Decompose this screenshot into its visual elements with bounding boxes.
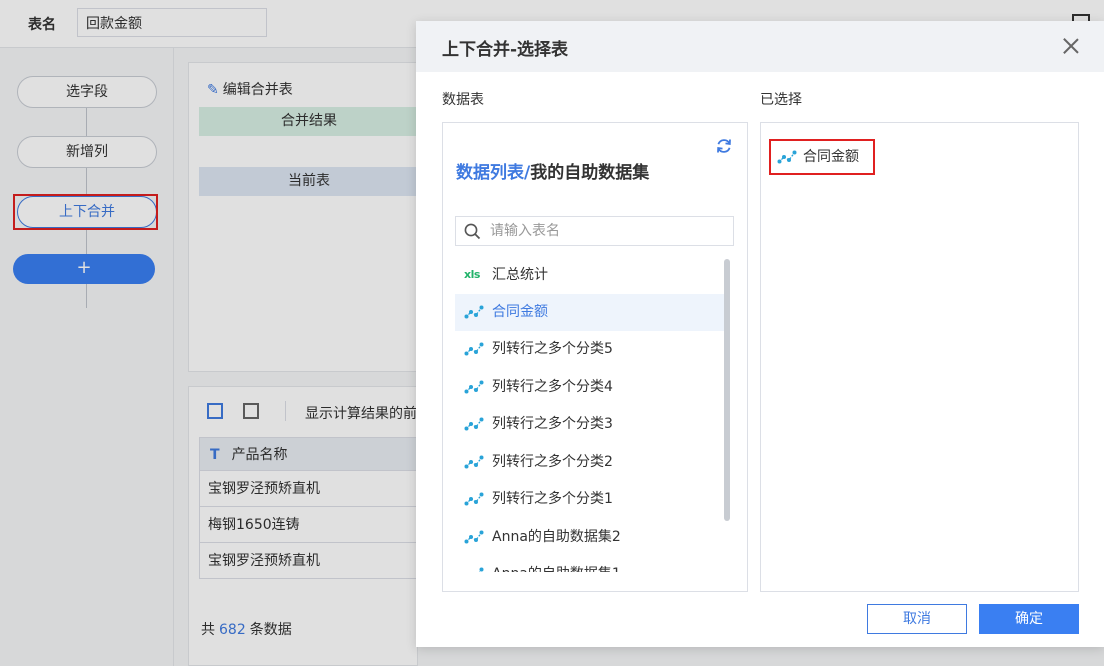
search-input[interactable]: [490, 221, 726, 241]
dataset-icon: [478, 567, 484, 572]
search-icon: [464, 223, 481, 240]
list-item[interactable]: 列转行之多个分类4: [455, 369, 725, 407]
select-table-dialog: 上下合并-选择表 数据表 已选择 数据列表/我的自助数据集 xls汇总统计合同金…: [416, 21, 1104, 647]
list-item-label: Anna的自助数据集1: [492, 566, 621, 572]
dataset-icon: [464, 417, 484, 431]
selected-item-label: 合同金额: [803, 149, 859, 165]
dataset-icon: [464, 342, 484, 356]
list-item[interactable]: xls 汇总统计: [455, 256, 725, 294]
search-box: [455, 216, 734, 246]
selected-item[interactable]: 合同金额: [769, 139, 875, 175]
dialog-title: 上下合并-选择表: [442, 40, 569, 60]
selected-list: 合同金额: [760, 122, 1079, 592]
dataset-icon: [464, 305, 484, 318]
list-item[interactable]: 列转行之多个分类1: [455, 481, 725, 519]
list-item-label: 汇总统计: [492, 266, 548, 283]
list-item[interactable]: 列转行之多个分类2: [455, 444, 725, 482]
cancel-button[interactable]: 取消: [867, 604, 967, 634]
dataset-icon: [777, 150, 797, 164]
dataset-icon: [464, 530, 484, 543]
breadcrumb-current: 我的自助数据集: [530, 163, 650, 183]
list-item[interactable]: 列转行之多个分类5: [455, 331, 725, 369]
dialog-header: 上下合并-选择表: [416, 21, 1104, 72]
list-item[interactable]: 合同金额: [455, 293, 725, 331]
breadcrumb: 数据列表/我的自助数据集: [456, 158, 649, 183]
xls-icon: xls: [464, 268, 480, 281]
list-item[interactable]: Anna的自助数据集1: [455, 556, 725, 572]
list-item-label: 列转行之多个分类4: [492, 378, 613, 395]
list-scrollbar[interactable]: [724, 259, 730, 521]
refresh-icon[interactable]: [715, 137, 733, 155]
close-icon[interactable]: [1062, 37, 1080, 55]
list-item-label: Anna的自助数据集2: [492, 528, 621, 545]
breadcrumb-root[interactable]: 数据列表: [456, 163, 524, 183]
list-item-label: 列转行之多个分类2: [492, 453, 613, 470]
list-item-label: 合同金额: [492, 303, 548, 320]
list-item-label: 列转行之多个分类1: [492, 491, 613, 507]
list-item-label: 列转行之多个分类3: [492, 416, 613, 432]
dataset-icon: [464, 380, 484, 393]
dataset-icon: [464, 492, 484, 506]
confirm-button[interactable]: 确定: [979, 604, 1079, 634]
list-item[interactable]: Anna的自助数据集2: [455, 519, 725, 557]
table-list: xls 汇总统计合同金额列转行之多个分类5 列转行之多个分类4 列转行之多个分类3 列转…: [455, 256, 725, 572]
list-item-label: 列转行之多个分类5: [492, 341, 613, 357]
table-picker: 数据列表/我的自助数据集 xls 汇总统计合同金额列转行之多个分类5 列转行之多个分…: [442, 122, 748, 592]
dataset-icon: [464, 455, 484, 468]
list-item[interactable]: 列转行之多个分类3: [455, 406, 725, 444]
selected-section-label: 已选择: [760, 92, 802, 108]
tables-section-label: 数据表: [442, 92, 484, 108]
